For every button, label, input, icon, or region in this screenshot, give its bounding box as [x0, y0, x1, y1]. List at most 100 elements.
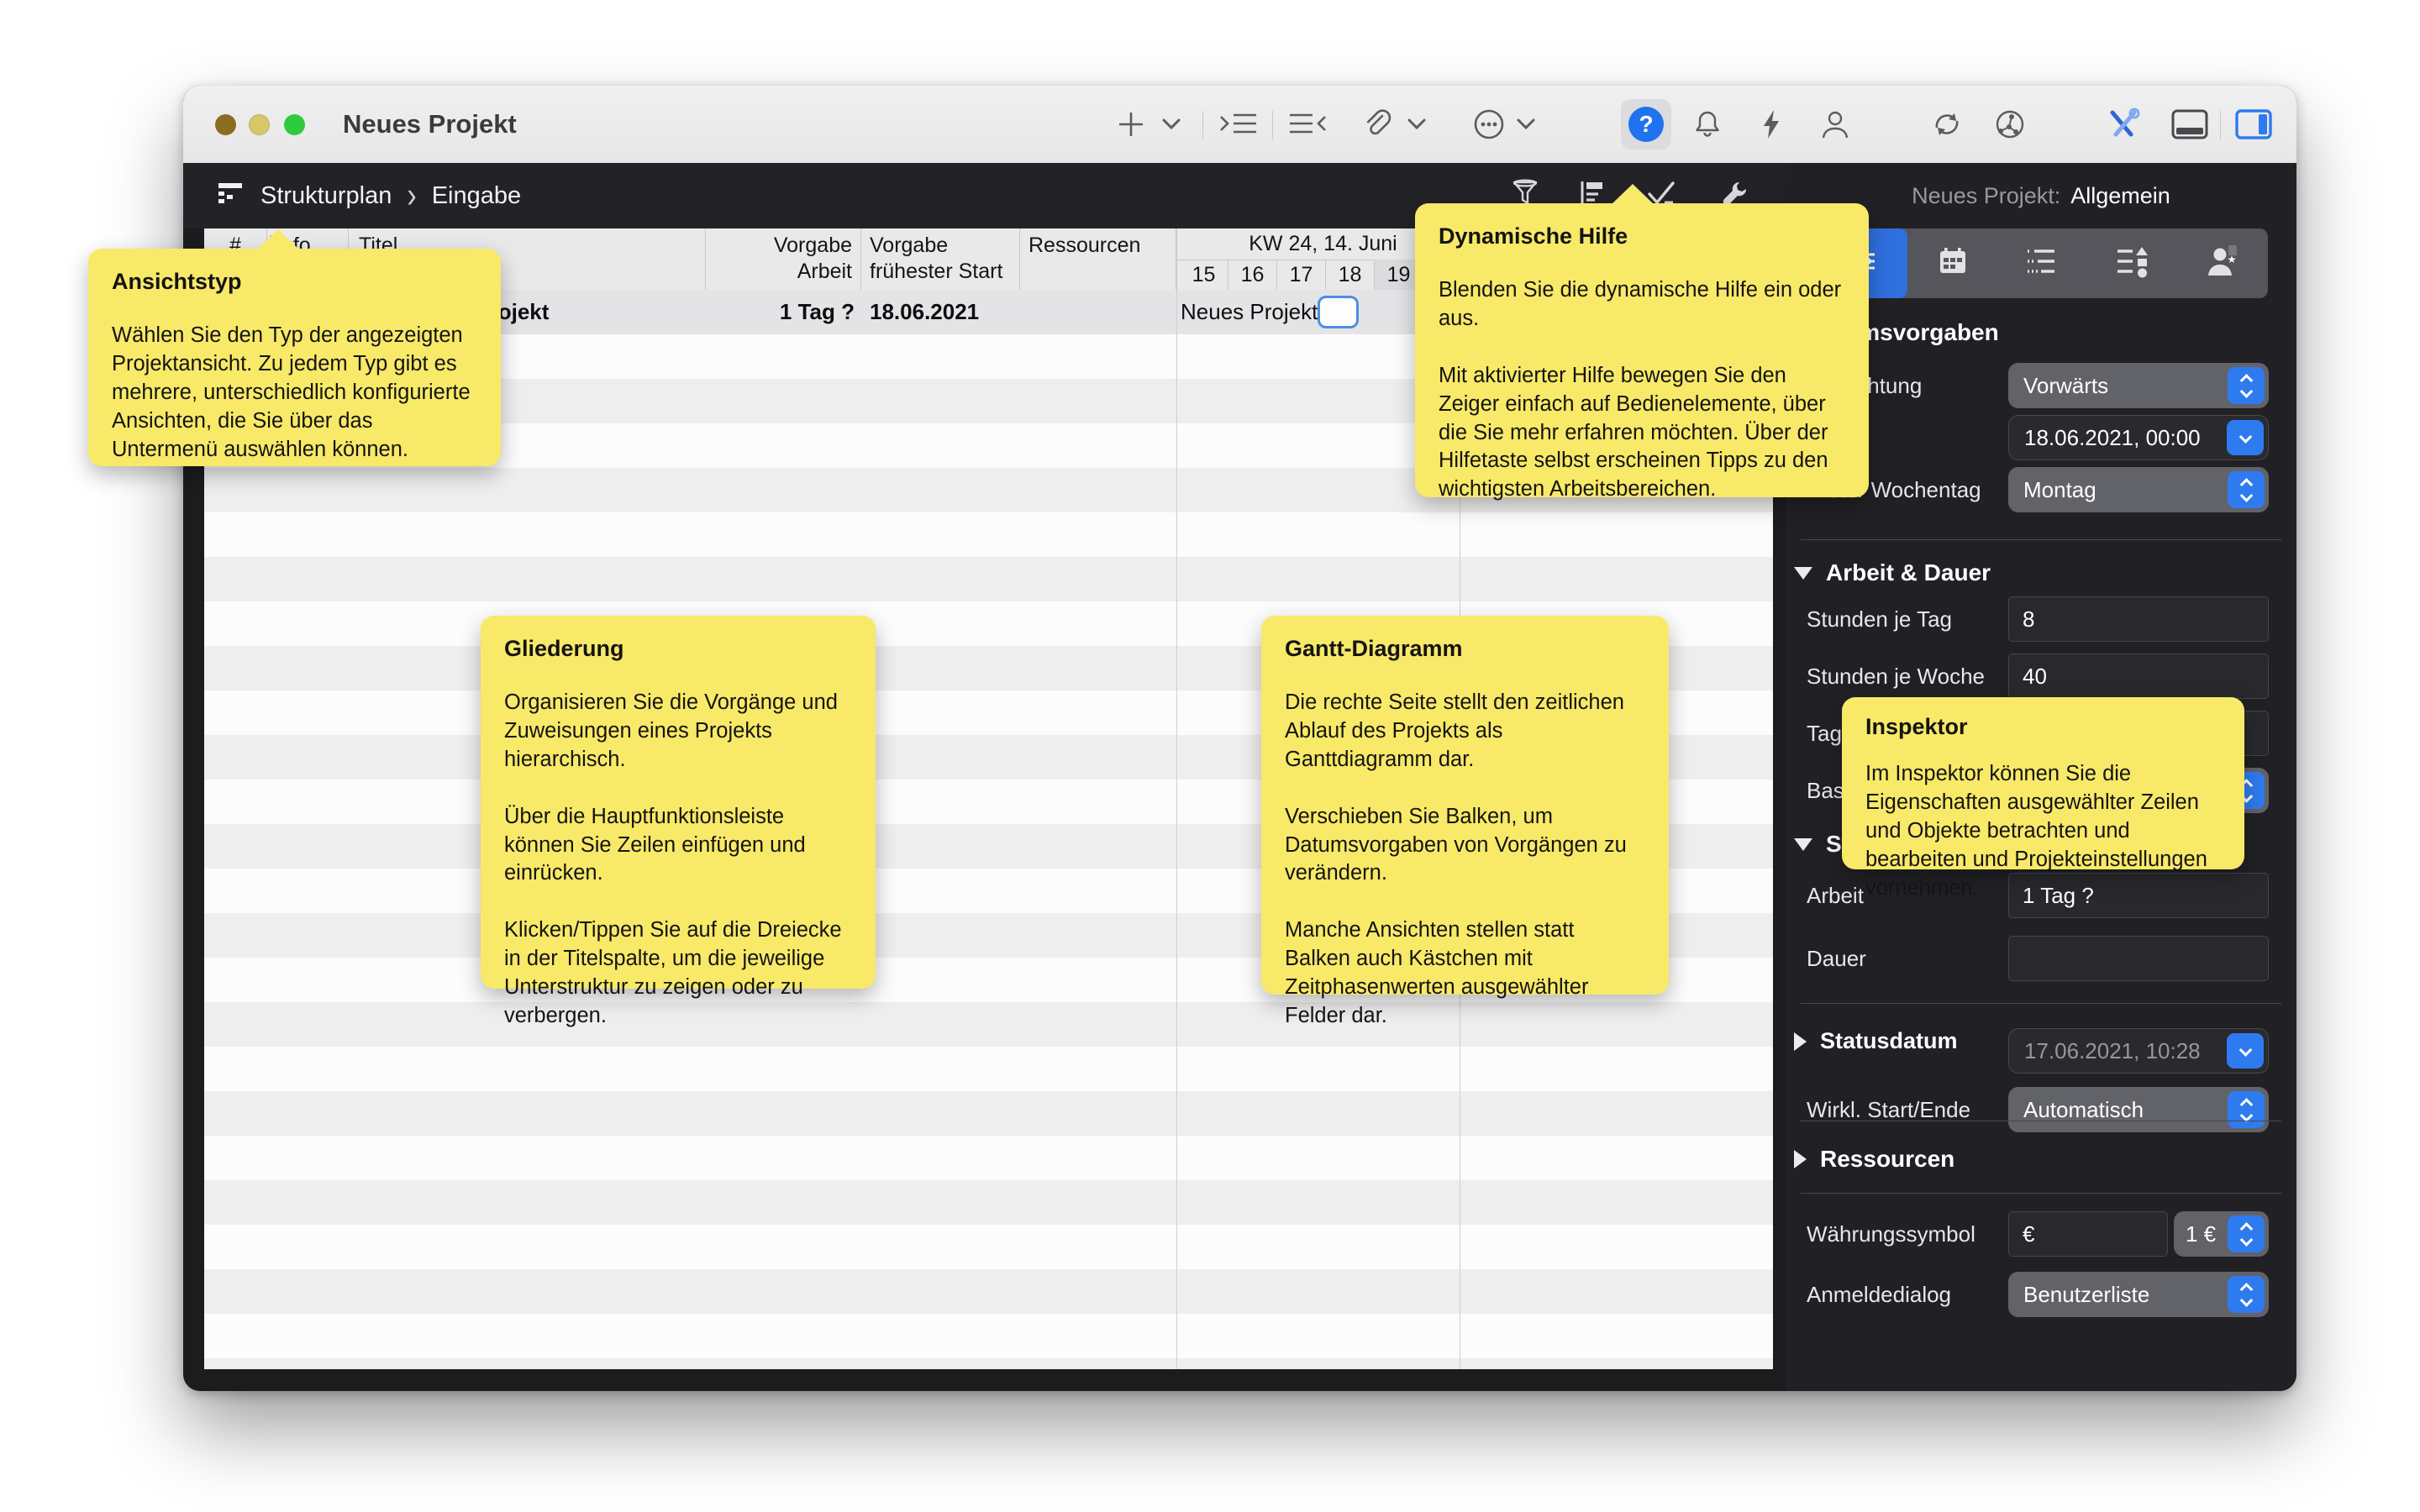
- add-row-button[interactable]: [1107, 101, 1155, 148]
- zoom-button[interactable]: [284, 114, 305, 135]
- close-button[interactable]: [215, 114, 236, 135]
- waehrung-input[interactable]: €: [2008, 1211, 2168, 1257]
- breadcrumb[interactable]: Strukturplan › Eingabe: [217, 163, 521, 228]
- std-tag-input[interactable]: 8: [2008, 596, 2269, 642]
- column-header-ressourcen[interactable]: Ressourcen: [1020, 228, 1176, 290]
- network-button[interactable]: [1986, 101, 2033, 148]
- inspector-title-prefix: Neues Projekt:: [1912, 183, 2060, 209]
- timeline-day-header[interactable]: 18: [1326, 260, 1375, 290]
- chevron-down-icon: [1162, 118, 1181, 130]
- tooltip-gliederung: Gliederung Organisieren Sie die Vorgänge…: [481, 616, 876, 989]
- person-star-icon: [2204, 244, 2241, 283]
- popup-value: Montag: [2023, 477, 2096, 503]
- dauer-input[interactable]: [2008, 936, 2269, 981]
- tooltip-title: Gliederung: [504, 636, 852, 662]
- date-value: 18.06.2021, 00:00: [2024, 425, 2201, 451]
- resources-button[interactable]: [1812, 101, 1859, 148]
- field-label-dauer: Dauer: [1807, 936, 1866, 981]
- breadcrumb-separator: ›: [407, 176, 416, 217]
- timeline-day-header[interactable]: 15: [1180, 260, 1228, 290]
- field-label-waehrung: Währungssymbol: [1807, 1211, 1975, 1257]
- stepper-icon[interactable]: [2228, 367, 2265, 404]
- more-actions-button[interactable]: [1465, 101, 1512, 148]
- stepper-icon[interactable]: [2228, 1091, 2265, 1128]
- gantt-bar[interactable]: [1318, 296, 1359, 328]
- desktop: Neues Projekt: [0, 0, 2420, 1512]
- events-button[interactable]: [1748, 101, 1795, 148]
- stepper-icon[interactable]: [2228, 471, 2265, 508]
- toolbar-separator: [2220, 111, 2221, 139]
- breadcrumb-mode[interactable]: Eingabe: [432, 182, 521, 210]
- section-ressourcen[interactable]: Ressourcen: [1794, 1146, 1954, 1173]
- column-header-vorgabe-start[interactable]: Vorgabefrühester Start: [861, 228, 1020, 290]
- more-actions-menu-button[interactable]: [1511, 101, 1541, 148]
- toggle-bottom-panel-button[interactable]: [2166, 101, 2213, 148]
- tab-resources[interactable]: [2178, 228, 2268, 298]
- start-date-field[interactable]: 18.06.2021, 00:00: [2008, 415, 2269, 460]
- view-type-icon[interactable]: [217, 179, 245, 213]
- disclosure-down-icon[interactable]: [1794, 838, 1812, 851]
- dynamic-help-button[interactable]: ?: [1621, 99, 1671, 150]
- plus-icon: [1117, 110, 1145, 139]
- row-vorgabe-start[interactable]: 18.06.2021: [870, 290, 979, 334]
- sync-button[interactable]: [1923, 101, 1970, 148]
- gantt-column-separator: [1176, 228, 1177, 1369]
- ausrichtung-popup[interactable]: Vorwärts: [2008, 363, 2269, 408]
- disclosure-right-icon[interactable]: [1794, 1032, 1807, 1051]
- row-vorgabe-arbeit[interactable]: 1 Tag ?: [706, 290, 855, 334]
- stepper-icon[interactable]: [2228, 1276, 2265, 1313]
- anmeldedialog-popup[interactable]: Benutzerliste: [2008, 1272, 2269, 1317]
- wirkl-popup[interactable]: Automatisch: [2008, 1087, 2269, 1132]
- attach-menu-button[interactable]: [1402, 101, 1432, 148]
- divider: [1801, 539, 2281, 540]
- sync-icon: [1929, 107, 1965, 142]
- section-statusdatum[interactable]: Statusdatum: [1794, 1028, 1958, 1054]
- disclosure-right-icon[interactable]: [1794, 1150, 1807, 1168]
- chevron-down-icon: [1517, 118, 1535, 130]
- notifications-button[interactable]: [1684, 101, 1731, 148]
- timeline-day-header[interactable]: 16: [1228, 260, 1277, 290]
- wochentag-popup[interactable]: Montag: [2008, 467, 2269, 512]
- tab-fields[interactable]: [2088, 228, 2178, 298]
- tooltip-body: Blenden Sie die dynamische Hilfe ein ode…: [1439, 276, 1845, 504]
- popup-value: 1 €: [2186, 1221, 2216, 1247]
- tooltip-ansichtstyp: Ansichtstyp Wählen Sie den Typ der angez…: [88, 249, 501, 466]
- attach-file-button[interactable]: [1353, 101, 1400, 148]
- popup-value: Automatisch: [2023, 1097, 2144, 1123]
- statusdatum-field[interactable]: 17.06.2021, 10:28: [2008, 1028, 2269, 1074]
- std-woche-input[interactable]: 40: [2008, 654, 2269, 699]
- gantt-bar-label: Neues Projekt: [1181, 290, 1318, 334]
- tooltip-arrow-icon: [1611, 184, 1655, 205]
- column-header-vorgabe-arbeit[interactable]: VorgabeArbeit: [706, 228, 861, 290]
- section-arbeit-dauer[interactable]: Arbeit & Dauer: [1794, 559, 1991, 586]
- timeline-day-header[interactable]: 17: [1277, 260, 1326, 290]
- minimize-button[interactable]: [249, 114, 270, 135]
- waehrung-unit-popup[interactable]: 1 €: [2174, 1211, 2269, 1257]
- numbered-list-icon: [2024, 244, 2061, 282]
- settings-button[interactable]: [2101, 101, 2148, 148]
- toolbar-separator: [1272, 111, 1273, 139]
- chevron-down-icon[interactable]: [2227, 420, 2264, 455]
- window-title: Neues Projekt: [343, 86, 517, 163]
- tab-outline-numbers[interactable]: [1997, 228, 2087, 298]
- right-panel-icon: [2235, 109, 2272, 139]
- field-label-arbeit: Arbeit: [1807, 873, 1864, 918]
- field-label-anmeldedialog: Anmeldedialog: [1807, 1272, 1951, 1317]
- tooltip-title: Inspektor: [1865, 714, 2221, 740]
- disclosure-down-icon[interactable]: [1794, 567, 1812, 580]
- tab-calendar[interactable]: [1907, 228, 1997, 298]
- add-row-menu-button[interactable]: [1156, 101, 1186, 148]
- tooltip-title: Ansichtstyp: [112, 269, 477, 295]
- breadcrumb-view[interactable]: Strukturplan: [260, 182, 392, 210]
- tooltip-title: Dynamische Hilfe: [1439, 223, 1845, 249]
- toggle-inspector-button[interactable]: [2230, 101, 2277, 148]
- toolbar-separator: [1202, 111, 1203, 139]
- title-bar: Neues Projekt: [183, 86, 2296, 164]
- outdent-row-button[interactable]: [1284, 101, 1331, 148]
- tooltip-body: Die rechte Seite stellt den zeitlichen A…: [1285, 689, 1645, 1031]
- fields-shapes-icon: [2114, 244, 2151, 282]
- stepper-icon[interactable]: [2228, 1215, 2265, 1252]
- chevron-down-icon[interactable]: [2227, 1033, 2264, 1068]
- indent-row-button[interactable]: [1215, 101, 1262, 148]
- tooltip-body: Wählen Sie den Typ der angezeigten Proje…: [112, 322, 477, 465]
